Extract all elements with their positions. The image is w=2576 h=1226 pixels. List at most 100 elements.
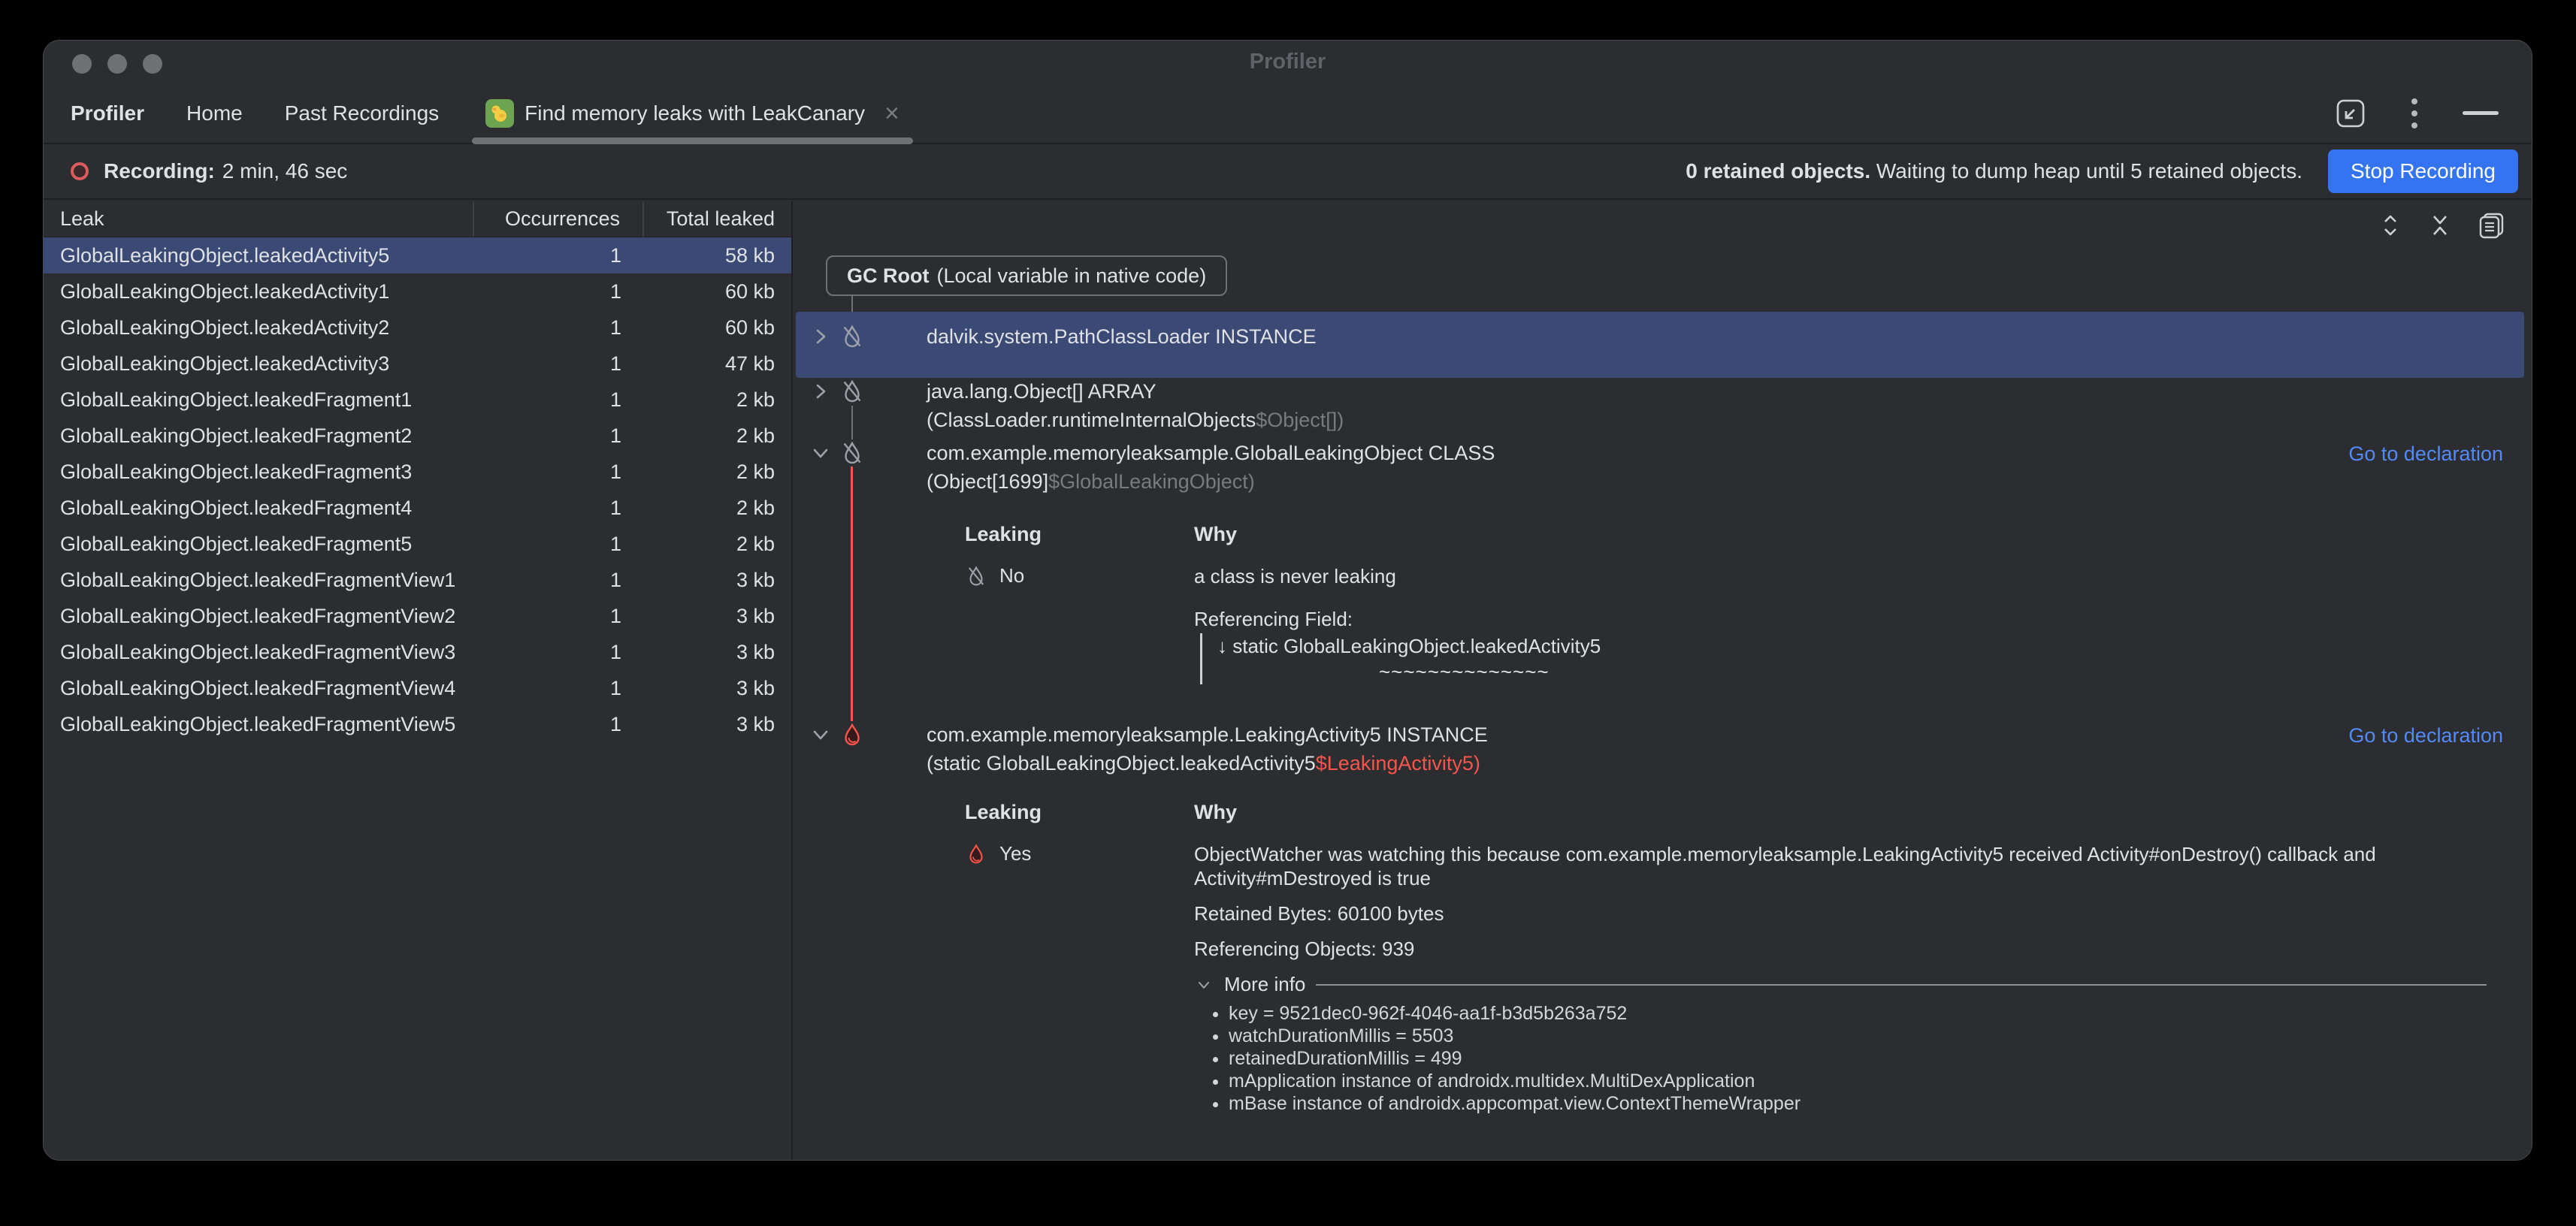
table-row[interactable]: GlobalLeakingObject.leakedFragment4 1 2 … [44,490,791,526]
go-to-declaration-link[interactable]: Go to declaration [2348,724,2503,747]
table-row[interactable]: GlobalLeakingObject.leakedActivity5 1 58… [44,237,791,273]
leaking-section-class: Leaking Why No a class is never leaking … [965,523,1601,684]
more-info-item: watchDurationMillis = 5503 [1229,1025,2487,1047]
leak-total: 47 kb [644,346,791,382]
leaking-value: No [965,564,1194,587]
leak-name: GlobalLeakingObject.leakedActivity1 [44,273,474,310]
leaking-value: Yes [965,842,1194,865]
chevron-down-icon[interactable] [808,440,833,466]
table-row[interactable]: GlobalLeakingObject.leakedFragment5 1 2 … [44,526,791,562]
chevron-right-icon[interactable] [808,324,833,349]
table-row[interactable]: GlobalLeakingObject.leakedFragmentView3 … [44,634,791,670]
leak-name: GlobalLeakingObject.leakedFragment2 [44,418,474,454]
referencing-field-block: ↓ static GlobalLeakingObject.leakedActiv… [1200,633,1601,684]
expand-all-icon[interactable] [2377,212,2404,239]
more-info-rule [1316,984,2487,986]
table-row[interactable]: GlobalLeakingObject.leakedFragmentView4 … [44,670,791,706]
chevron-down-icon[interactable] [808,722,833,747]
column-header-total-leaked[interactable]: Total leaked [644,201,791,237]
leak-name: GlobalLeakingObject.leakedActivity3 [44,346,474,382]
table-row[interactable]: GlobalLeakingObject.leakedFragmentView1 … [44,562,791,598]
recording-label: Recording: [104,159,215,183]
column-header-occurrences[interactable]: Occurrences [474,201,644,237]
collapse-all-icon[interactable] [2426,212,2454,239]
leak-total: 60 kb [644,273,791,310]
leak-total: 2 kb [644,382,791,418]
column-header-leak[interactable]: Leak [44,201,474,237]
tree-row-leakingactivity5-instance[interactable]: com.example.memoryleaksample.LeakingActi… [808,720,1488,778]
more-info-toggle[interactable]: More info [1194,973,2487,996]
no-leak-icon [839,440,865,466]
table-row[interactable]: GlobalLeakingObject.leakedFragmentView5 … [44,706,791,742]
gc-root-badge: GC Root (Local variable in native code) [826,255,1227,296]
table-row[interactable]: GlobalLeakingObject.leakedActivity3 1 47… [44,346,791,382]
leak-total: 3 kb [644,670,791,706]
leak-detail-pane: GC Root (Local variable in native code) … [793,201,2532,1160]
tree-row-pathclassloader[interactable]: dalvik.system.PathClassLoader INSTANCE [796,312,2524,378]
leak-total: 3 kb [644,598,791,634]
chevron-down-icon[interactable] [1194,975,1214,995]
tab-bar: Profiler Home Past Recordings Find memor… [44,84,2532,144]
chevron-right-icon[interactable] [808,379,833,404]
table-row[interactable]: GlobalLeakingObject.leakedFragment3 1 2 … [44,454,791,490]
table-row[interactable]: GlobalLeakingObject.leakedActivity2 1 60… [44,310,791,346]
kebab-menu-icon[interactable] [2410,96,2419,131]
leaking-section-instance: Leaking Why Yes ObjectWatcher was watchi… [965,801,2487,1115]
tab-label: Find memory leaks with LeakCanary [525,101,865,125]
referencing-field-label: Referencing Field: [1194,606,1601,632]
no-leak-icon [965,565,987,587]
leak-name: GlobalLeakingObject.leakedFragmentView1 [44,562,474,598]
leaking-header: Leaking [965,801,1194,824]
table-row[interactable]: GlobalLeakingObject.leakedFragment1 1 2 … [44,382,791,418]
leak-name: GlobalLeakingObject.leakedActivity5 [44,237,474,273]
tree-row-globalleakingobject-class[interactable]: com.example.memoryleaksample.GlobalLeaki… [808,439,1495,496]
why-header: Why [1194,801,2487,824]
leak-name: GlobalLeakingObject.leakedFragmentView3 [44,634,474,670]
stop-recording-button[interactable]: Stop Recording [2328,149,2518,193]
leak-total: 60 kb [644,310,791,346]
tab-find-memory-leaks[interactable]: Find memory leaks with LeakCanary × [481,84,904,143]
leak-occurrences: 1 [474,418,644,454]
tree-row-object-array[interactable]: java.lang.Object[] ARRAY (ClassLoader.ru… [808,377,1344,434]
recording-time: 2 min, 46 sec [222,159,348,183]
restore-down-icon[interactable] [2335,98,2366,129]
more-info-item: mBase instance of androidx.appcompat.vie… [1229,1092,2487,1115]
leak-occurrences: 1 [474,706,644,742]
retained-objects-text: 0 retained objects. Waiting to dump heap… [1686,159,2302,183]
leak-table: Leak Occurrences Total leaked GlobalLeak… [44,201,793,1160]
leak-occurrences: 1 [474,237,644,273]
leak-occurrences: 1 [474,598,644,634]
copy-icon[interactable] [2476,210,2506,240]
leak-name: GlobalLeakingObject.leakedFragmentView2 [44,598,474,634]
recording-indicator-icon [71,162,89,180]
go-to-declaration-link[interactable]: Go to declaration [2348,442,2503,466]
tab-past-recordings[interactable]: Past Recordings [285,101,439,125]
why-header: Why [1194,523,1601,546]
minimize-icon[interactable] [2463,110,2499,116]
more-info-item: mApplication instance of androidx.multid… [1229,1070,2487,1092]
leak-total: 2 kb [644,490,791,526]
leak-icon [839,722,865,747]
leak-name: GlobalLeakingObject.leakedFragment5 [44,526,474,562]
no-leak-icon [839,324,865,349]
recording-status-bar: Recording: 2 min, 46 sec 0 retained obje… [44,144,2532,200]
leakcanary-icon [485,99,514,128]
table-row[interactable]: GlobalLeakingObject.leakedActivity1 1 60… [44,273,791,310]
leak-occurrences: 1 [474,310,644,346]
leak-occurrences: 1 [474,526,644,562]
leak-table-header: Leak Occurrences Total leaked [44,201,791,237]
no-leak-icon [839,379,865,404]
leak-name: GlobalLeakingObject.leakedFragment4 [44,490,474,526]
table-row[interactable]: GlobalLeakingObject.leakedFragmentView2 … [44,598,791,634]
leak-name: GlobalLeakingObject.leakedFragmentView4 [44,670,474,706]
leak-icon [965,843,987,865]
titlebar: Profiler [44,41,2532,84]
leak-name: GlobalLeakingObject.leakedActivity2 [44,310,474,346]
table-row[interactable]: GlobalLeakingObject.leakedFragment2 1 2 … [44,418,791,454]
more-info-list: key = 9521dec0-962f-4046-aa1f-b3d5b263a7… [1229,1002,2487,1115]
leak-total: 3 kb [644,706,791,742]
leak-total: 2 kb [644,526,791,562]
tab-home[interactable]: Home [186,101,243,125]
tab-close-icon[interactable]: × [884,101,899,126]
tab-profiler[interactable]: Profiler [71,101,144,125]
